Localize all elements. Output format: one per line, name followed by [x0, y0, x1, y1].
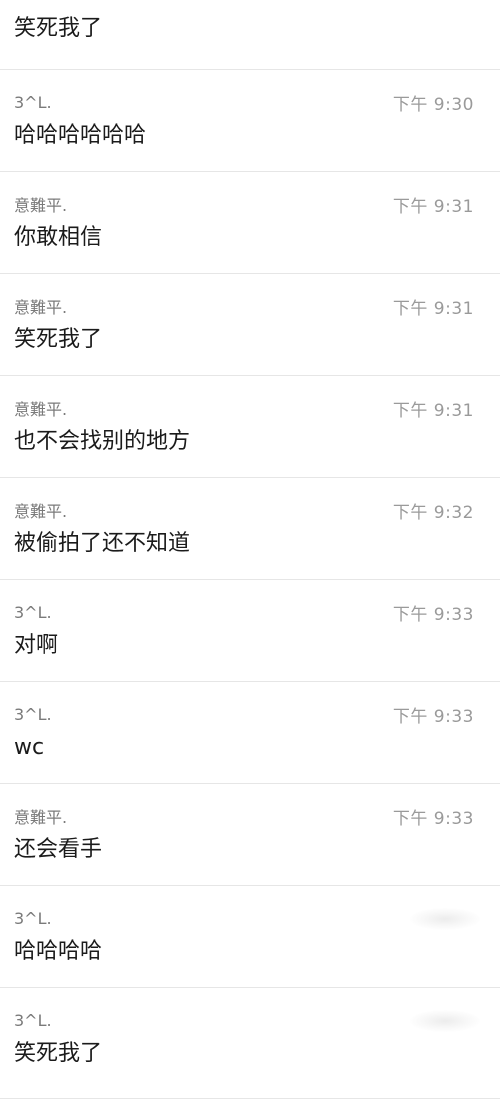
message-text: 哈哈哈哈: [14, 939, 103, 964]
sender-name: 3^L.: [14, 1010, 52, 1030]
partial-message-item[interactable]: 笑死我了: [0, 0, 500, 70]
sender-name: 3^L.: [14, 908, 52, 928]
sender-name: 意難平.: [14, 808, 68, 827]
message-time: 下午 9:33: [392, 808, 474, 829]
sender-name: 意難平.: [14, 298, 68, 317]
message-item[interactable]: 3^L. 下午 9:30 哈哈哈哈哈哈: [0, 70, 500, 172]
message-text: 哈哈哈哈哈哈: [14, 123, 147, 148]
message-feed: 笑死我了 3^L. 下午 9:30 哈哈哈哈哈哈 意難平. 下午 9:31 你敢…: [0, 0, 500, 1111]
sender-name: 3^L.: [14, 92, 52, 112]
message-item[interactable]: 意難平. 下午 9:32 被偷拍了还不知道: [0, 478, 500, 580]
message-item[interactable]: 3^L. 哈哈哈哈: [0, 886, 500, 988]
message-time: 下午 9:33: [392, 706, 474, 727]
message-item[interactable]: 意難平. 下午 9:33 还会看手: [0, 784, 500, 886]
message-text: 笑死我了: [14, 16, 103, 41]
divider: [0, 1098, 500, 1099]
sender-name: 意難平.: [14, 502, 68, 521]
message-text: 也不会找别的地方: [14, 429, 191, 454]
message-text: wc: [14, 735, 45, 760]
obscured-timestamp: [410, 908, 480, 930]
message-item[interactable]: 意難平. 下午 9:31 你敢相信: [0, 172, 500, 274]
message-text: 笑死我了: [14, 327, 103, 352]
message-item[interactable]: 3^L. 下午 9:33 对啊: [0, 580, 500, 682]
message-text: 你敢相信: [14, 225, 103, 250]
message-text: 对啊: [14, 633, 59, 658]
sender-name: 3^L.: [14, 704, 52, 724]
message-text: 还会看手: [14, 837, 103, 862]
message-text: 笑死我了: [14, 1041, 103, 1066]
message-time: 下午 9:31: [392, 196, 474, 217]
message-item[interactable]: 意難平. 下午 9:31 笑死我了: [0, 274, 500, 376]
sender-name: 意難平.: [14, 400, 68, 419]
sender-name: 意難平.: [14, 196, 68, 215]
message-time: 下午 9:33: [392, 604, 474, 625]
obscured-timestamp: [410, 1010, 480, 1032]
message-item[interactable]: 意難平. 下午 9:31 也不会找别的地方: [0, 376, 500, 478]
message-time: 下午 9:31: [392, 400, 474, 421]
message-time: 下午 9:30: [392, 94, 474, 115]
message-time: 下午 9:31: [392, 298, 474, 319]
message-item[interactable]: 3^L. 下午 9:33 wc: [0, 682, 500, 784]
message-item[interactable]: 3^L. 笑死我了: [0, 988, 500, 1090]
message-text: 被偷拍了还不知道: [14, 531, 191, 556]
message-time: 下午 9:32: [392, 502, 474, 523]
sender-name: 3^L.: [14, 602, 52, 622]
